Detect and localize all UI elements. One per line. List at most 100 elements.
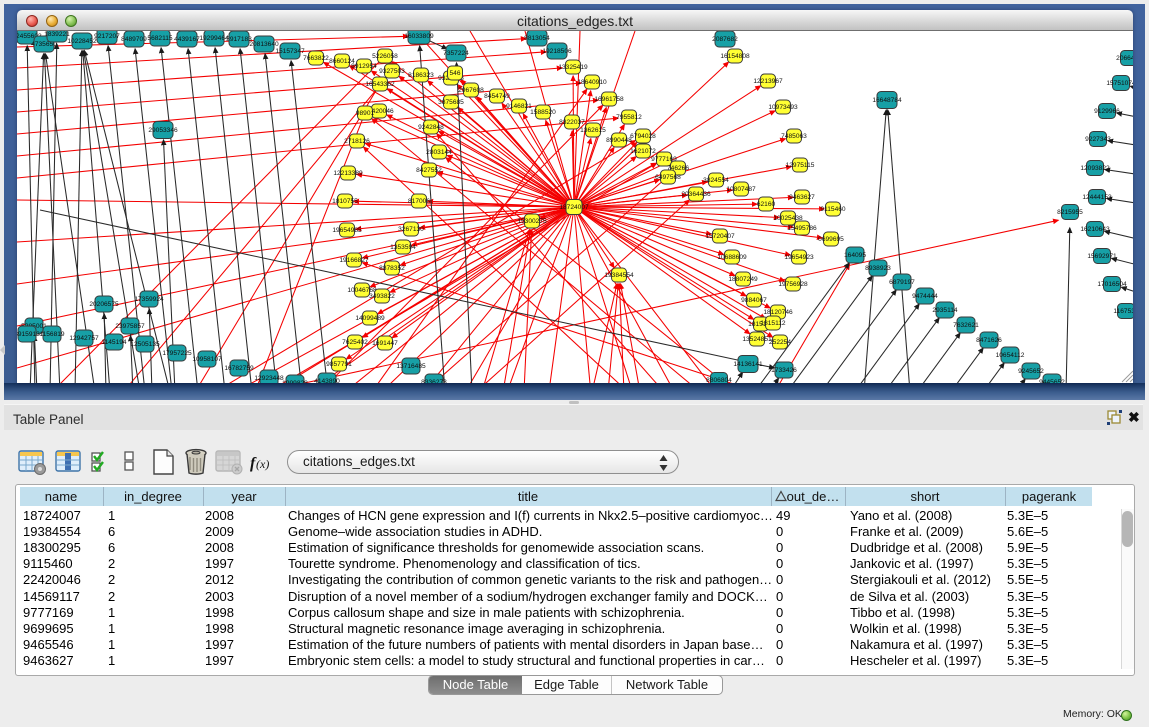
svg-text:16154808: 16154808 <box>720 53 750 60</box>
svg-text:7625402: 7625402 <box>342 339 368 346</box>
svg-text:16210643: 16210643 <box>1080 226 1110 233</box>
svg-text:3875685: 3875685 <box>438 99 464 106</box>
svg-text:10958107: 10958107 <box>192 356 222 363</box>
svg-text:7663822: 7663822 <box>303 55 329 62</box>
svg-text:10228452: 10228452 <box>67 38 97 45</box>
svg-text:1145194: 1145194 <box>101 339 127 346</box>
svg-text:1156819: 1156819 <box>39 331 65 338</box>
svg-text:20813640: 20813640 <box>249 41 279 48</box>
svg-text:20364436: 20364436 <box>681 191 711 198</box>
svg-text:10654112: 10654112 <box>996 352 1025 359</box>
svg-text:1167533: 1167533 <box>1113 308 1133 315</box>
svg-text:12505135: 12505135 <box>130 341 160 348</box>
svg-text:1733426: 1733426 <box>771 367 797 374</box>
svg-text:2718126: 2718126 <box>344 138 370 145</box>
svg-text:1839221: 1839221 <box>44 31 70 38</box>
svg-text:16648784: 16648784 <box>872 97 902 104</box>
svg-text:19654923: 19654923 <box>784 254 814 261</box>
svg-text:4143890: 4143890 <box>314 378 340 383</box>
svg-text:20206575: 20206575 <box>89 301 119 308</box>
svg-text:9474444: 9474444 <box>912 293 938 300</box>
svg-text:1621072: 1621072 <box>630 148 656 155</box>
svg-text:9245652: 9245652 <box>1018 368 1044 375</box>
svg-text:1999828: 1999828 <box>282 380 308 383</box>
svg-text:12093822: 12093822 <box>1080 165 1110 172</box>
svg-text:164095: 164095 <box>844 252 866 259</box>
svg-text:1810755: 1810755 <box>332 198 358 205</box>
svg-text:13325419: 13325419 <box>558 64 588 71</box>
svg-text:3493822: 3493822 <box>369 293 395 300</box>
svg-text:4439167: 4439167 <box>174 36 200 43</box>
svg-text:18120746: 18120746 <box>763 309 793 316</box>
svg-text:15495786: 15495786 <box>787 225 817 232</box>
svg-text:13524851: 13524851 <box>742 336 772 343</box>
svg-text:8489709: 8489709 <box>121 36 147 43</box>
svg-text:1815112: 1815112 <box>760 320 786 327</box>
svg-text:8938923: 8938923 <box>865 265 891 272</box>
svg-text:9129966: 9129966 <box>1094 108 1120 115</box>
svg-text:15720407: 15720407 <box>705 233 735 240</box>
svg-text:7955812: 7955812 <box>616 114 642 121</box>
svg-text:5682115: 5682115 <box>147 35 173 42</box>
svg-text:252254: 252254 <box>769 339 791 346</box>
svg-text:(x): (x) <box>256 457 269 471</box>
svg-text:9227343: 9227343 <box>1085 136 1111 143</box>
svg-text:6794028: 6794028 <box>630 133 656 140</box>
svg-text:8186323: 8186323 <box>408 72 434 79</box>
svg-text:15692971: 15692971 <box>1087 253 1117 260</box>
svg-text:19756928: 19756928 <box>778 281 808 288</box>
svg-text:16033809: 16033809 <box>404 33 434 40</box>
svg-text:10973493: 10973493 <box>768 104 798 111</box>
svg-text:9146821: 9146821 <box>506 103 532 110</box>
svg-text:9242848: 9242848 <box>418 124 444 131</box>
svg-text:3267130: 3267130 <box>398 226 424 233</box>
svg-text:8912954: 8912954 <box>351 63 377 70</box>
svg-text:3824554: 3824554 <box>703 177 729 184</box>
svg-text:2087682: 2087682 <box>712 36 738 43</box>
svg-text:2803144: 2803144 <box>426 149 452 156</box>
svg-text:12942757: 12942757 <box>69 335 99 342</box>
svg-text:18724007: 18724007 <box>559 204 589 211</box>
svg-text:17359924: 17359924 <box>134 296 164 303</box>
svg-text:9327503: 9327503 <box>379 68 405 75</box>
svg-text:16543362: 16543362 <box>365 81 395 88</box>
svg-text:9445652: 9445652 <box>1039 379 1065 383</box>
svg-text:3917183: 3917183 <box>226 36 252 43</box>
svg-text:5226058: 5226058 <box>372 53 398 60</box>
svg-text:8322037: 8322037 <box>559 119 585 126</box>
svg-text:62160: 62160 <box>757 201 776 208</box>
svg-text:8878352: 8878352 <box>379 265 405 272</box>
svg-text:98901: 98901 <box>356 110 375 117</box>
svg-text:19384554: 19384554 <box>604 272 634 279</box>
svg-text:29053346: 29053346 <box>148 127 178 134</box>
svg-text:2066449: 2066449 <box>1116 55 1133 62</box>
svg-text:15300275: 15300275 <box>517 218 547 225</box>
svg-text:19218506: 19218506 <box>542 48 572 55</box>
svg-text:12213967: 12213967 <box>753 78 783 85</box>
svg-text:9857791: 9857791 <box>326 361 352 368</box>
svg-text:8813054: 8813054 <box>524 35 550 42</box>
svg-text:10688609: 10688609 <box>717 254 747 261</box>
svg-text:9115460: 9115460 <box>820 206 846 213</box>
svg-text:2935114: 2935114 <box>932 307 958 314</box>
svg-text:1353594: 1353594 <box>390 244 416 251</box>
svg-text:19166827: 19166827 <box>339 257 369 264</box>
svg-text:1588520: 1588520 <box>530 109 556 116</box>
svg-text:7632621: 7632621 <box>953 322 979 329</box>
svg-text:15751074: 15751074 <box>1106 80 1133 87</box>
svg-text:6879197: 6879197 <box>889 279 915 286</box>
svg-text:8454749: 8454749 <box>484 93 510 100</box>
svg-text:14136141: 14136141 <box>733 361 763 368</box>
svg-text:23975857: 23975857 <box>115 323 145 330</box>
svg-text:9884067: 9884067 <box>741 297 767 304</box>
svg-text:8215955: 8215955 <box>1057 209 1083 216</box>
svg-text:12444153: 12444153 <box>1082 194 1112 201</box>
svg-text:1691447: 1691447 <box>372 340 398 347</box>
svg-text:9217207: 9217207 <box>94 33 120 40</box>
svg-text:0699695: 0699695 <box>818 236 844 243</box>
svg-text:9463627: 9463627 <box>789 194 815 201</box>
svg-text:18640910: 18640910 <box>577 79 607 86</box>
svg-text:2967608: 2967608 <box>458 87 484 94</box>
svg-text:16782759: 16782759 <box>224 365 254 372</box>
svg-text:6497568: 6497568 <box>655 174 681 181</box>
